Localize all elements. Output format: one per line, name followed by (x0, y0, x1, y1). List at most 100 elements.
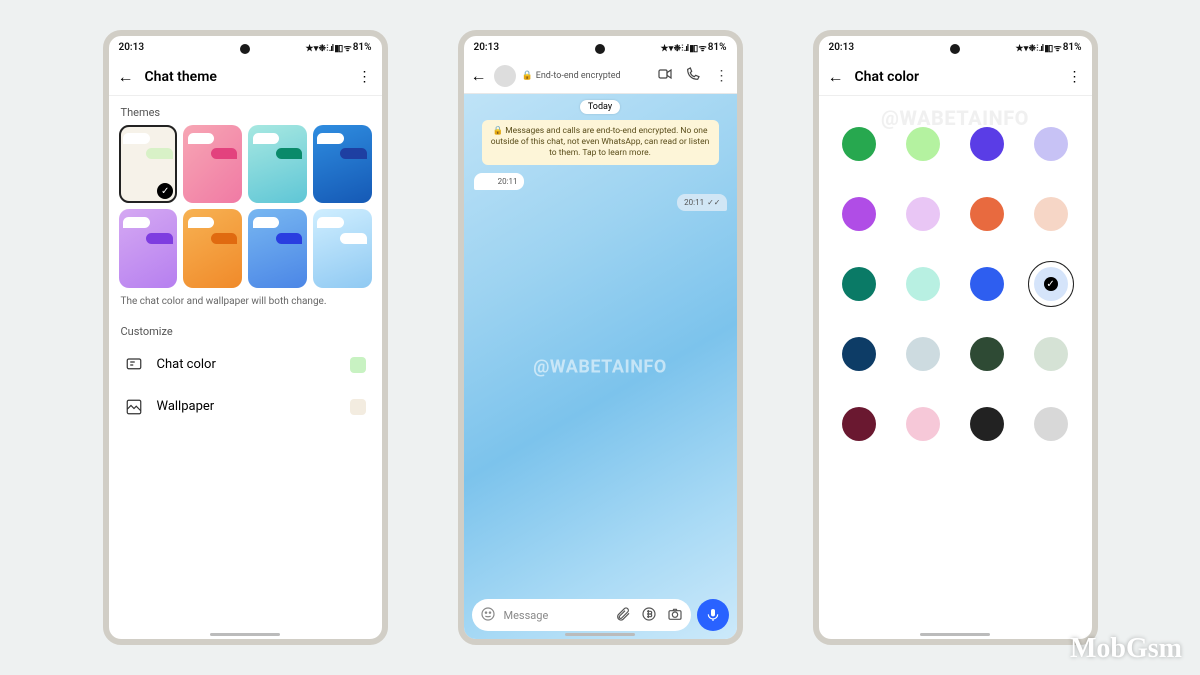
page-title: Chat color (855, 69, 920, 85)
page-title: Chat theme (145, 69, 217, 85)
status-bar: 20:13 ★ ▾ ❉ ⫶ .ıl ▮▯ ᯤ 81% (819, 36, 1092, 58)
message-placeholder: Message (504, 609, 549, 622)
chat-header: ← 🔒 End-to-end encrypted (464, 58, 737, 94)
lock-icon: 🔒 (492, 126, 503, 136)
back-icon[interactable]: ← (117, 68, 135, 86)
chat-color-icon (125, 356, 143, 374)
watermark: @WABETAINFO (881, 106, 1029, 130)
color-option-0[interactable] (842, 127, 876, 161)
color-option-19[interactable] (1034, 407, 1068, 441)
color-option-15[interactable] (1034, 337, 1068, 371)
row-wallpaper-label: Wallpaper (157, 399, 215, 414)
payment-icon[interactable] (641, 606, 657, 625)
color-option-17[interactable] (906, 407, 940, 441)
encryption-text: End-to-end encrypted (536, 71, 621, 81)
app-bar: ← Chat color (819, 58, 1092, 96)
color-option-16[interactable] (842, 407, 876, 441)
app-bar: ← Chat theme (109, 58, 382, 96)
customize-label: Customize (109, 315, 382, 344)
nav-bar-hint (210, 633, 280, 636)
nav-bar-hint (920, 633, 990, 636)
status-right: ★ ▾ ❉ ⫶ .ıl ▮▯ ᯤ 81% (305, 41, 371, 54)
sticker-icon[interactable] (480, 606, 496, 625)
phone-chat-color: 20:13 ★ ▾ ❉ ⫶ .ıl ▮▯ ᯤ 81% ← Chat color … (813, 30, 1098, 645)
message-input[interactable]: Message (472, 599, 691, 631)
read-ticks-icon: ✓✓ (707, 198, 720, 207)
back-icon[interactable]: ← (470, 67, 488, 85)
phone-chat-preview: 20:13 ★ ▾ ❉ ⫶ .ıl ▮▯ ᯤ 81% ← 🔒 End-to-en… (458, 30, 743, 645)
status-bar: 20:13 ★ ▾ ❉ ⫶ .ıl ▮▯ ᯤ 81% (464, 36, 737, 58)
mic-button[interactable] (697, 599, 729, 631)
video-call-icon[interactable] (657, 66, 673, 86)
theme-option-6[interactable] (248, 209, 307, 287)
message-in[interactable]: 20:11 (464, 171, 737, 192)
color-option-13[interactable] (906, 337, 940, 371)
more-icon[interactable] (1066, 69, 1084, 85)
status-time: 20:13 (829, 42, 855, 53)
themes-section: Themes ✓ The chat color and wallpaper wi… (109, 96, 382, 315)
camera-icon[interactable] (667, 606, 683, 625)
color-option-18[interactable] (970, 407, 1004, 441)
theme-option-3[interactable] (313, 125, 372, 203)
status-right: ★ ▾ ❉ ⫶ .ıl ▮▯ ᯤ 81% (1015, 41, 1081, 54)
watermark: @WABETAINFO (533, 356, 666, 377)
back-icon[interactable]: ← (827, 68, 845, 86)
site-watermark: MobGsm (1070, 633, 1182, 665)
encryption-banner-text: Messages and calls are end-to-end encryp… (491, 126, 710, 158)
status-icons: ★ ▾ ❉ ⫶ .ıl ▮▯ ᯤ (660, 41, 705, 54)
color-grid: @WABETAINFO (819, 96, 1092, 639)
row-chat-color[interactable]: Chat color (109, 344, 382, 386)
color-option-12[interactable] (842, 337, 876, 371)
color-option-2[interactable] (970, 127, 1004, 161)
lock-icon: 🔒 (522, 71, 533, 81)
color-option-10[interactable] (970, 267, 1004, 301)
voice-call-icon[interactable] (685, 66, 701, 86)
message-out[interactable]: 20:11✓✓ (464, 192, 737, 213)
row-chat-color-label: Chat color (157, 357, 216, 372)
msg-in-time: 20:11 (498, 177, 518, 186)
check-icon: ✓ (157, 183, 173, 199)
color-option-5[interactable] (906, 197, 940, 231)
themes-help: The chat color and wallpaper will both c… (109, 288, 382, 315)
themes-grid: ✓ (109, 125, 382, 288)
color-option-1[interactable] (906, 127, 940, 161)
color-option-8[interactable] (842, 267, 876, 301)
attach-icon[interactable] (615, 606, 631, 625)
theme-option-7[interactable] (313, 209, 372, 287)
status-icons: ★ ▾ ❉ ⫶ .ıl ▮▯ ᯤ (305, 41, 350, 54)
color-option-11[interactable] (1034, 267, 1068, 301)
phone-chat-theme: 20:13 ★ ▾ ❉ ⫶ .ıl ▮▯ ᯤ 81% ← Chat theme … (103, 30, 388, 645)
color-option-9[interactable] (906, 267, 940, 301)
msg-out-time: 20:11 (684, 198, 704, 207)
theme-option-1[interactable] (183, 125, 242, 203)
chat-color-swatch (350, 357, 366, 373)
theme-option-4[interactable] (119, 209, 178, 287)
more-icon[interactable] (713, 68, 731, 84)
status-time: 20:13 (119, 42, 145, 53)
header-actions (657, 66, 731, 86)
avatar[interactable] (494, 65, 516, 87)
status-right: ★ ▾ ❉ ⫶ .ıl ▮▯ ᯤ 81% (660, 41, 726, 54)
encryption-label[interactable]: 🔒 End-to-end encrypted (522, 71, 621, 81)
color-option-3[interactable] (1034, 127, 1068, 161)
wallpaper-swatch (350, 399, 366, 415)
themes-label: Themes (109, 96, 382, 125)
theme-option-2[interactable] (248, 125, 307, 203)
status-bar: 20:13 ★ ▾ ❉ ⫶ .ıl ▮▯ ᯤ 81% (109, 36, 382, 58)
status-icons: ★ ▾ ❉ ⫶ .ıl ▮▯ ᯤ (1015, 41, 1060, 54)
encryption-banner[interactable]: 🔒 Messages and calls are end-to-end encr… (482, 120, 719, 165)
row-wallpaper[interactable]: Wallpaper (109, 386, 382, 428)
status-battery: 81% (1063, 42, 1082, 53)
color-option-6[interactable] (970, 197, 1004, 231)
theme-option-5[interactable] (183, 209, 242, 287)
status-battery: 81% (708, 42, 727, 53)
theme-option-0[interactable]: ✓ (119, 125, 178, 203)
status-battery: 81% (353, 42, 372, 53)
color-option-7[interactable] (1034, 197, 1068, 231)
color-option-14[interactable] (970, 337, 1004, 371)
nav-bar-hint (565, 633, 635, 636)
date-chip: Today (580, 100, 620, 114)
color-option-4[interactable] (842, 197, 876, 231)
more-icon[interactable] (356, 69, 374, 85)
wallpaper-icon (125, 398, 143, 416)
